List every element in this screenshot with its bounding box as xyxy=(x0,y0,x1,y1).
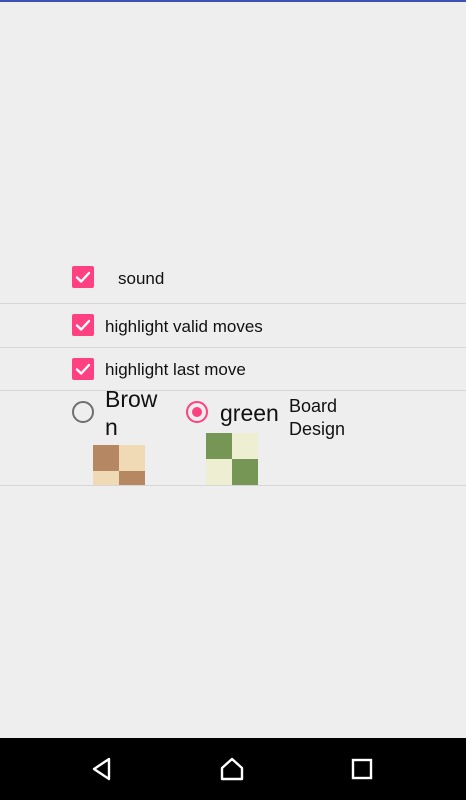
divider xyxy=(0,303,466,304)
brown-option-label[interactable]: Brow n xyxy=(105,385,157,441)
check-icon xyxy=(75,319,91,331)
board-design-label-line2: Design xyxy=(289,419,346,439)
divider xyxy=(0,390,466,391)
home-button[interactable] xyxy=(216,753,248,785)
divider xyxy=(0,485,466,486)
divider xyxy=(0,347,466,348)
back-icon xyxy=(92,757,111,781)
brown-label-line2: n xyxy=(105,414,118,440)
brown-label-line1: Brow xyxy=(105,386,158,412)
highlight-valid-moves-checkbox[interactable] xyxy=(72,314,94,336)
highlight-last-move-checkbox[interactable] xyxy=(72,358,94,380)
system-navigation-bar xyxy=(0,738,466,800)
green-board-preview xyxy=(206,433,258,485)
top-accent-line xyxy=(0,0,466,2)
green-option-label[interactable]: green xyxy=(220,399,279,427)
sound-checkbox[interactable] xyxy=(72,266,94,288)
highlight-valid-moves-label: highlight valid moves xyxy=(105,317,263,336)
back-button[interactable] xyxy=(86,753,118,785)
highlight-last-move-label: highlight last move xyxy=(105,360,246,379)
brown-radio-button[interactable] xyxy=(72,401,94,423)
board-design-label-line1: Board xyxy=(289,396,338,416)
recents-icon xyxy=(351,758,373,780)
green-radio-button[interactable] xyxy=(186,401,208,423)
check-icon xyxy=(75,363,91,375)
check-icon xyxy=(75,271,91,283)
sound-label: sound xyxy=(118,269,165,288)
home-icon xyxy=(220,757,244,781)
recents-button[interactable] xyxy=(346,753,378,785)
board-design-label: Board Design xyxy=(289,395,345,441)
radio-selected-dot xyxy=(192,407,202,417)
brown-board-preview xyxy=(93,445,145,485)
